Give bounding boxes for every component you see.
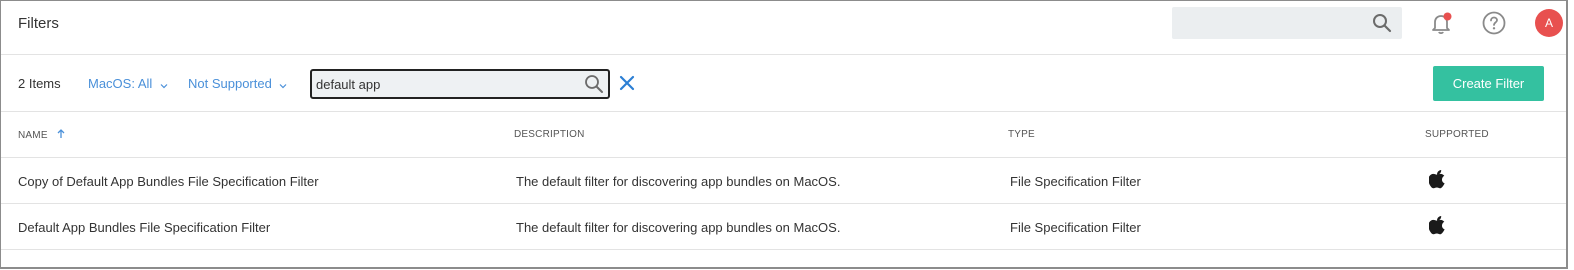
clear-search-icon[interactable] [619, 75, 635, 94]
global-search-input[interactable] [1172, 7, 1402, 39]
row-name[interactable]: Copy of Default App Bundles File Specifi… [18, 174, 319, 189]
column-header-description[interactable]: DESCRIPTION [514, 129, 585, 140]
apple-icon [1428, 169, 1447, 192]
table-row[interactable]: Copy of Default App Bundles File Specifi… [1, 158, 1566, 204]
filter-search-box [310, 69, 610, 99]
filter-search-input[interactable] [316, 74, 576, 94]
row-description: The default filter for discovering app b… [516, 220, 841, 235]
create-filter-button[interactable]: Create Filter [1433, 66, 1544, 101]
support-filter-dropdown[interactable]: Not Supported [188, 76, 287, 92]
table-row[interactable]: Default App Bundles File Specification F… [1, 204, 1566, 250]
column-header-type[interactable]: TYPE [1008, 129, 1035, 140]
row-type: File Specification Filter [1010, 220, 1141, 235]
row-type: File Specification Filter [1010, 174, 1141, 189]
os-filter-dropdown[interactable]: MacOS: All [88, 76, 168, 92]
bell-icon[interactable] [1429, 11, 1453, 38]
search-icon[interactable] [1372, 13, 1392, 36]
support-filter-label: Not Supported [188, 76, 272, 91]
help-icon[interactable] [1482, 11, 1506, 38]
page-title: Filters [18, 15, 59, 32]
apple-icon [1428, 215, 1447, 238]
search-icon[interactable] [584, 74, 604, 97]
user-avatar[interactable]: A [1535, 9, 1563, 37]
row-description: The default filter for discovering app b… [516, 174, 841, 189]
sort-ascending-icon[interactable] [57, 129, 65, 142]
filter-toolbar: 2 Items MacOS: All Not Supported default… [1, 56, 1566, 112]
column-header-name[interactable]: NAME [18, 129, 65, 142]
app-window: Filters A 2 Items MacOS: All Not Support… [0, 0, 1568, 269]
item-count: 2 Items [18, 76, 61, 91]
column-header-label: NAME [18, 130, 48, 142]
column-header-supported[interactable]: SUPPORTED [1425, 129, 1489, 140]
os-filter-label: MacOS: All [88, 76, 153, 91]
chevron-down-icon [160, 77, 168, 92]
chevron-down-icon [279, 77, 287, 92]
row-name[interactable]: Default App Bundles File Specification F… [18, 220, 270, 235]
top-header: Filters A [1, 1, 1566, 55]
table-header: NAME DESCRIPTION TYPE SUPPORTED [1, 113, 1566, 158]
